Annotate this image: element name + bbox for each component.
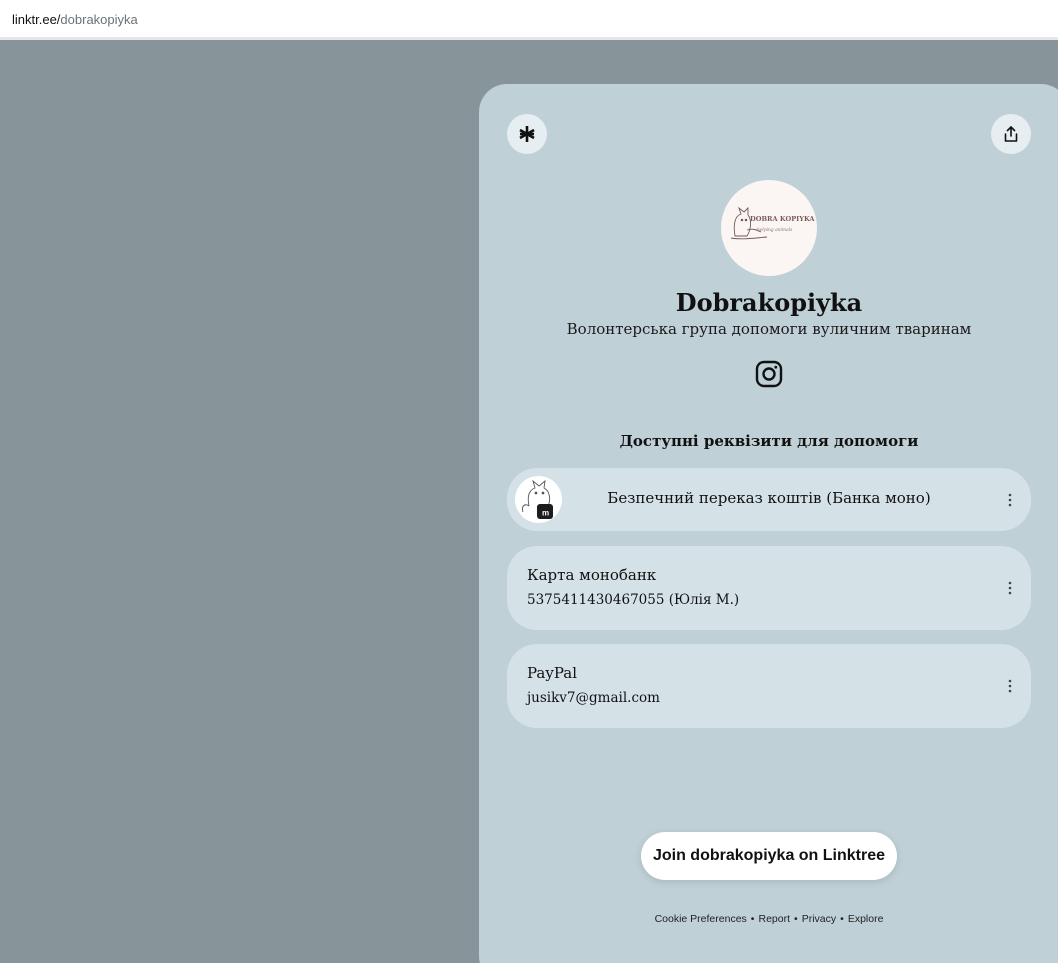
section-title: Доступні реквізити для допомоги xyxy=(619,432,919,450)
url-path: dobrakopiyka xyxy=(60,12,138,27)
instagram-link[interactable] xyxy=(755,360,783,388)
link-subtitle: jusikv7@gmail.com xyxy=(527,690,660,706)
more-options-icon[interactable] xyxy=(1003,580,1017,596)
profile-avatar[interactable]: DOBRA KOPIYKA helping animals xyxy=(721,180,817,276)
profile-bio: Волонтерська група допомоги вуличним тва… xyxy=(566,320,972,338)
share-button[interactable] xyxy=(991,114,1031,154)
address-bar[interactable]: linktr.ee/dobrakopiyka xyxy=(0,0,1058,40)
link-card-paypal[interactable]: PayPal jusikv7@gmail.com xyxy=(507,644,1031,728)
footer-separator: • xyxy=(794,913,798,925)
linktree-panel: DOBRA KOPIYKA helping animals Dobrakopiy… xyxy=(479,84,1058,963)
footer-separator: • xyxy=(840,913,844,925)
footer-links: Cookie Preferences • Report • Privacy • Explor… xyxy=(479,913,1058,925)
profile-name: Dobrakopiyka xyxy=(675,288,863,317)
avatar-brand-text: DOBRA KOPIYKA xyxy=(750,215,815,223)
thumb-badge-text: m xyxy=(542,509,549,518)
avatar-tagline-text: helping animals xyxy=(757,228,793,233)
link-title: Карта монобанк xyxy=(527,566,657,584)
avatar-logo-image: DOBRA KOPIYKA helping animals xyxy=(730,206,815,240)
link-title: PayPal xyxy=(527,664,577,682)
footer-link-report[interactable]: Report xyxy=(758,913,790,925)
more-options-icon[interactable] xyxy=(1003,678,1017,694)
share-icon xyxy=(1004,126,1018,142)
footer-link-privacy[interactable]: Privacy xyxy=(802,913,836,925)
link-card-monobank-card[interactable]: Карта монобанк 5375411430467055 (Юлія М.… xyxy=(507,546,1031,630)
footer-separator: • xyxy=(750,913,755,925)
link-subtitle: 5375411430467055 (Юлія М.) xyxy=(527,592,740,608)
join-linktree-button[interactable]: Join dobrakopiyka on Linktree xyxy=(641,832,897,880)
url-text[interactable]: linktr.ee/dobrakopiyka xyxy=(12,12,138,27)
link-label: Безпечний переказ коштів (Банка моно) xyxy=(607,489,931,507)
more-options-icon[interactable] xyxy=(1003,492,1017,508)
link-card-monobank-jar[interactable]: m Безпечний переказ коштів (Банка моно) xyxy=(507,468,1031,531)
linktree-asterisk-icon xyxy=(519,126,535,142)
footer-link-cookie-preferences[interactable]: Cookie Preferences xyxy=(655,913,747,925)
footer-link-explore[interactable]: Explore xyxy=(848,913,884,925)
linktree-logo-button[interactable] xyxy=(507,114,547,154)
instagram-icon xyxy=(755,360,783,388)
url-host: linktr.ee/ xyxy=(12,12,61,27)
